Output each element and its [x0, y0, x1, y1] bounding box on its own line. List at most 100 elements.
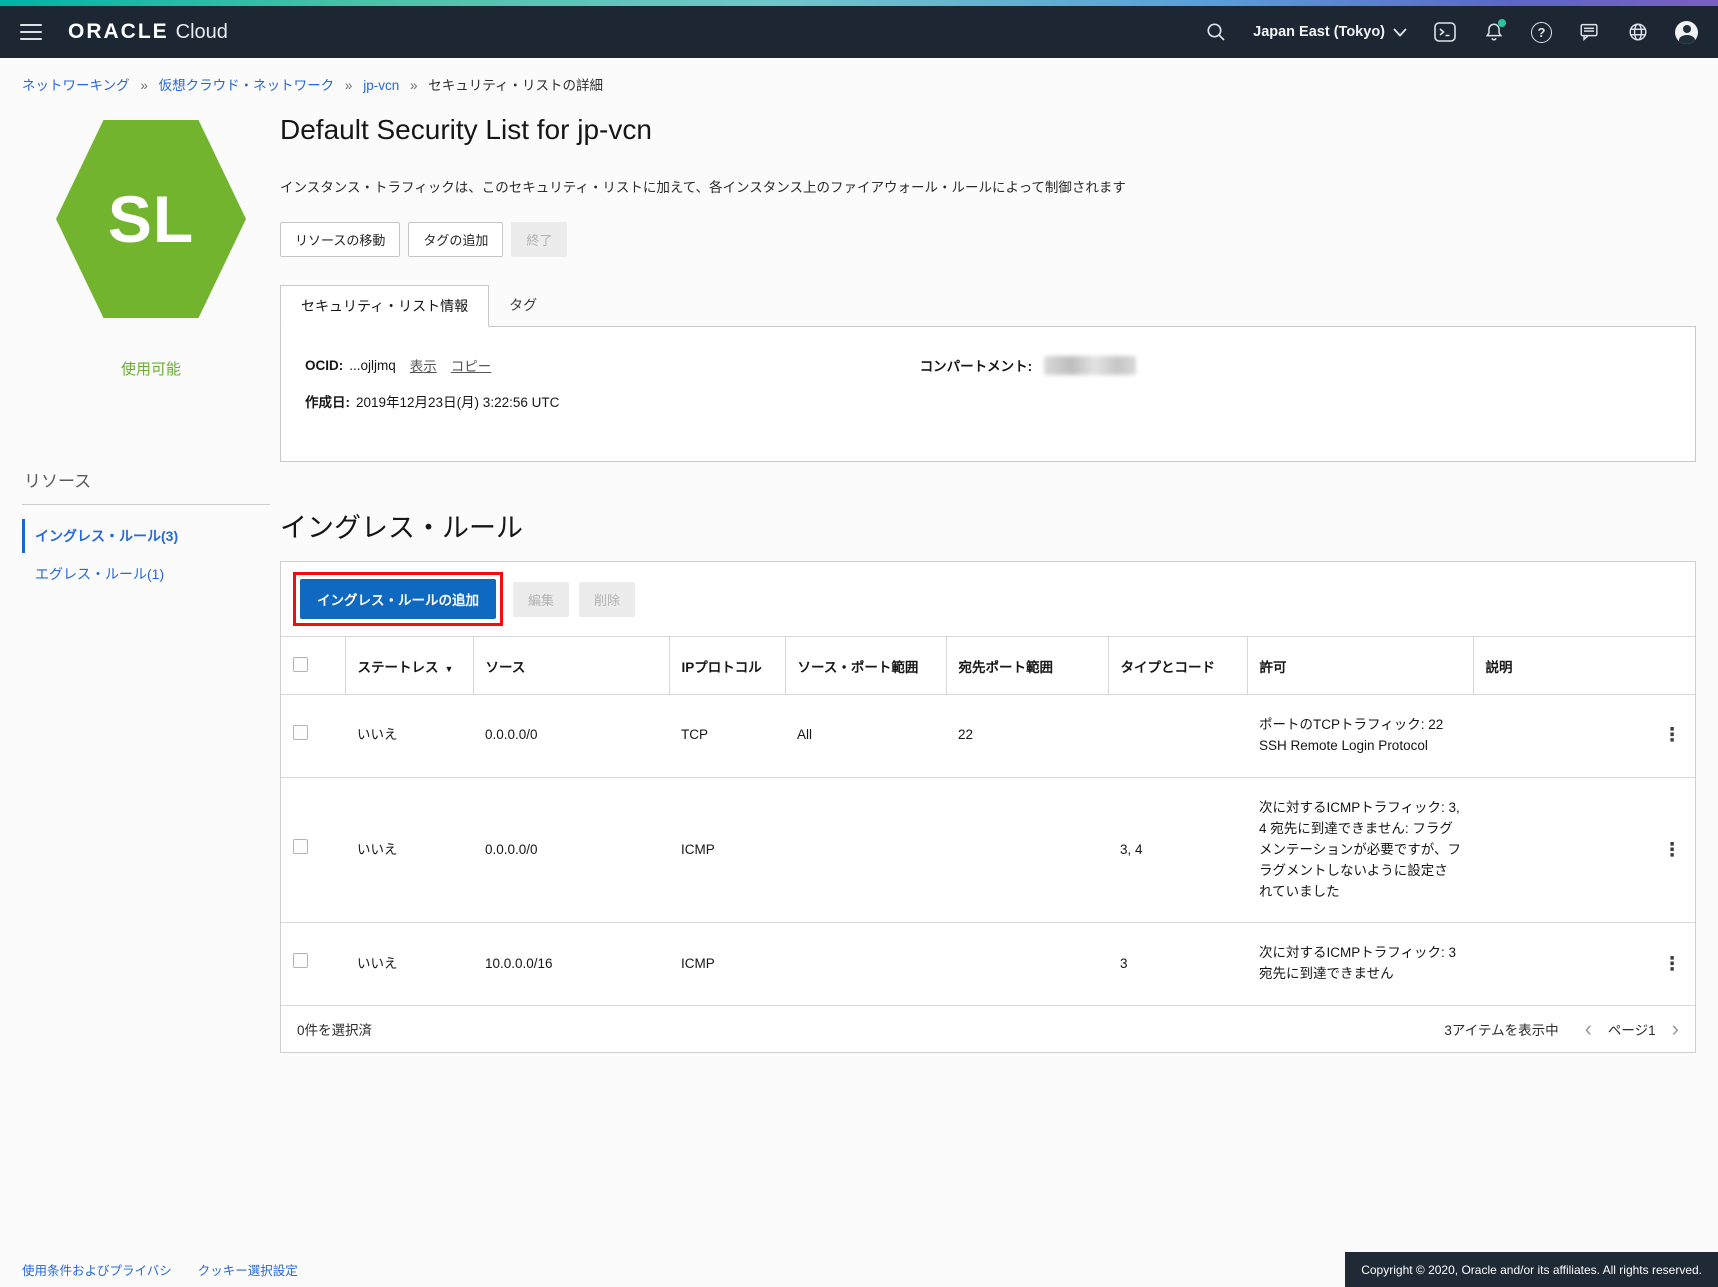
table-header-row: ステートレス▼ ソース IPプロトコル ソース・ポート範囲 宛先ポート範囲 タイ… [281, 637, 1695, 695]
table-row: いいえ 10.0.0.0/16 ICMP 3 次に対するICMPトラフィック: … [281, 923, 1695, 1005]
cell-stateless: いいえ [345, 777, 473, 923]
row-kebab-menu-icon[interactable]: ⋮ [1661, 955, 1683, 974]
delete-rule-button: 削除 [579, 582, 635, 617]
app-header: ORACLE Cloud Japan East (Tokyo) [0, 6, 1718, 58]
created-value: 2019年12月23日(月) 3:22:56 UTC [356, 391, 559, 411]
oracle-cloud-console-page: ORACLE Cloud Japan East (Tokyo) [0, 0, 1718, 1287]
sidebar-item-ingress-rules[interactable]: イングレス・ルール(3) [22, 519, 270, 553]
move-resource-button[interactable]: リソースの移動 [280, 222, 400, 257]
ingress-toolbar: イングレス・ルールの追加 編集 削除 [281, 562, 1695, 636]
ingress-rules-table: ステートレス▼ ソース IPプロトコル ソース・ポート範囲 宛先ポート範囲 タイ… [281, 636, 1695, 1005]
language-globe-icon[interactable] [1627, 21, 1649, 43]
edit-rule-button: 編集 [513, 582, 569, 617]
row-checkbox[interactable] [293, 953, 308, 968]
column-header-source: ソース [473, 637, 669, 695]
cell-type-code: 3, 4 [1108, 777, 1247, 923]
column-header-dst-port: 宛先ポート範囲 [946, 637, 1108, 695]
cell-description [1473, 777, 1649, 923]
breadcrumb-current: セキュリティ・リストの詳細 [428, 78, 603, 93]
column-header-src-port: ソース・ポート範囲 [785, 637, 946, 695]
cell-protocol: ICMP [669, 777, 785, 923]
cell-src-port [785, 777, 946, 923]
ingress-rules-panel: イングレス・ルールの追加 編集 削除 [280, 561, 1696, 1053]
cookie-preferences-link[interactable]: クッキー選択設定 [198, 1260, 298, 1279]
breadcrumb-link-vcn[interactable]: 仮想クラウド・ネットワーク [159, 78, 335, 93]
items-showing-note: 3アイテムを表示中 [1444, 1019, 1558, 1039]
selected-count-note: 0件を選択済 [297, 1019, 372, 1039]
brand-cloud: Cloud [176, 21, 228, 44]
row-checkbox[interactable] [293, 839, 308, 854]
breadcrumb: ネットワーキング » 仮想クラウド・ネットワーク » jp-vcn » セキュリ… [0, 58, 1718, 98]
cell-src-port: All [785, 695, 946, 778]
cell-description [1473, 923, 1649, 1005]
column-header-stateless[interactable]: ステートレス▼ [345, 637, 473, 695]
ocid-show-link[interactable]: 表示 [410, 355, 437, 375]
breadcrumb-link-jp-vcn[interactable]: jp-vcn [363, 78, 399, 93]
column-header-description: 説明 [1473, 637, 1695, 695]
detail-tabs: セキュリティ・リスト情報 タグ [280, 285, 1696, 326]
red-annotation-highlight: イングレス・ルールの追加 [293, 572, 503, 626]
breadcrumb-link-networking[interactable]: ネットワーキング [22, 78, 130, 93]
brand-oracle: ORACLE [68, 20, 169, 44]
tab-security-list-info[interactable]: セキュリティ・リスト情報 [280, 285, 489, 327]
terms-privacy-link[interactable]: 使用条件およびプライバシ [22, 1260, 172, 1279]
table-row: いいえ 0.0.0.0/0 TCP All 22 ポートのTCPトラフィック: … [281, 695, 1695, 778]
pagination: 3アイテムを表示中 ‹ ページ1 › [1444, 1018, 1679, 1040]
breadcrumb-separator: » [140, 78, 148, 93]
security-list-info-panel: OCID: ...ojljmq 表示 コピー 作成日: 2019年12月23日(… [280, 326, 1696, 462]
notification-dot [1498, 19, 1506, 27]
cloud-shell-icon[interactable] [1433, 21, 1457, 43]
resources-divider [22, 504, 270, 505]
status-badge: 使用可能 [22, 358, 280, 379]
resources-title: リソース [24, 467, 270, 492]
resources-nav: リソース イングレス・ルール(3) エグレス・ルール(1) [22, 467, 280, 591]
page-prev-icon[interactable]: ‹ [1585, 1018, 1592, 1040]
cell-protocol: TCP [669, 695, 785, 778]
column-header-allows: 許可 [1247, 637, 1473, 695]
sidebar-item-egress-rules[interactable]: エグレス・ルール(1) [22, 557, 270, 591]
add-tags-button[interactable]: タグの追加 [408, 222, 503, 257]
cell-stateless: いいえ [345, 923, 473, 1005]
notifications-bell-icon[interactable] [1483, 21, 1505, 43]
row-kebab-menu-icon[interactable]: ⋮ [1661, 841, 1683, 860]
cell-dst-port: 22 [946, 695, 1108, 778]
user-avatar[interactable] [1675, 21, 1698, 44]
chevron-down-icon [1393, 28, 1407, 37]
page-next-icon[interactable]: › [1672, 1018, 1679, 1040]
cell-type-code: 3 [1108, 923, 1247, 1005]
ocid-copy-link[interactable]: コピー [451, 355, 492, 375]
sidebar-item-label: エグレス・ルール(1) [35, 564, 164, 584]
breadcrumb-separator: » [410, 78, 418, 93]
ocid-label: OCID: [305, 358, 343, 373]
table-footer: 0件を選択済 3アイテムを表示中 ‹ ページ1 › [281, 1005, 1695, 1052]
cell-protocol: ICMP [669, 923, 785, 1005]
hamburger-menu-icon[interactable] [20, 24, 42, 40]
created-label: 作成日: [305, 391, 350, 411]
add-ingress-rule-button[interactable]: イングレス・ルールの追加 [300, 579, 496, 619]
page-title: Default Security List for jp-vcn [280, 114, 1696, 146]
cell-source: 0.0.0.0/0 [473, 695, 669, 778]
row-checkbox[interactable] [293, 725, 308, 740]
oracle-cloud-logo[interactable]: ORACLE Cloud [68, 20, 228, 44]
page-footer: 使用条件およびプライバシ クッキー選択設定 Copyright © 2020, … [0, 1252, 1718, 1287]
cell-src-port [785, 923, 946, 1005]
cell-dst-port [946, 923, 1108, 1005]
ingress-rules-section-title: イングレス・ルール [280, 506, 1696, 545]
main-column: Default Security List for jp-vcn インスタンス・… [280, 98, 1696, 1053]
cell-description [1473, 695, 1649, 778]
feedback-chat-icon[interactable] [1578, 21, 1601, 43]
terminate-button: 終了 [511, 222, 567, 257]
cell-source: 10.0.0.0/16 [473, 923, 669, 1005]
left-column: SL 使用可能 リソース イングレス・ルール(3) エグレス・ルール(1) [22, 98, 280, 595]
region-selector[interactable]: Japan East (Tokyo) [1253, 24, 1407, 40]
select-all-checkbox[interactable] [293, 657, 308, 672]
resource-actions: リソースの移動 タグの追加 終了 [280, 222, 1696, 257]
compartment-value-redacted [1044, 356, 1136, 375]
tab-tags[interactable]: タグ [489, 285, 557, 326]
help-icon[interactable]: ? [1531, 22, 1552, 43]
cell-allows: 次に対するICMPトラフィック: 3, 4 宛先に到達できません: フラグメンテ… [1247, 777, 1473, 923]
row-kebab-menu-icon[interactable]: ⋮ [1661, 726, 1683, 745]
security-list-hexagon-badge: SL [56, 120, 246, 318]
copyright-notice: Copyright © 2020, Oracle and/or its affi… [1345, 1252, 1718, 1287]
search-icon[interactable] [1205, 21, 1227, 43]
